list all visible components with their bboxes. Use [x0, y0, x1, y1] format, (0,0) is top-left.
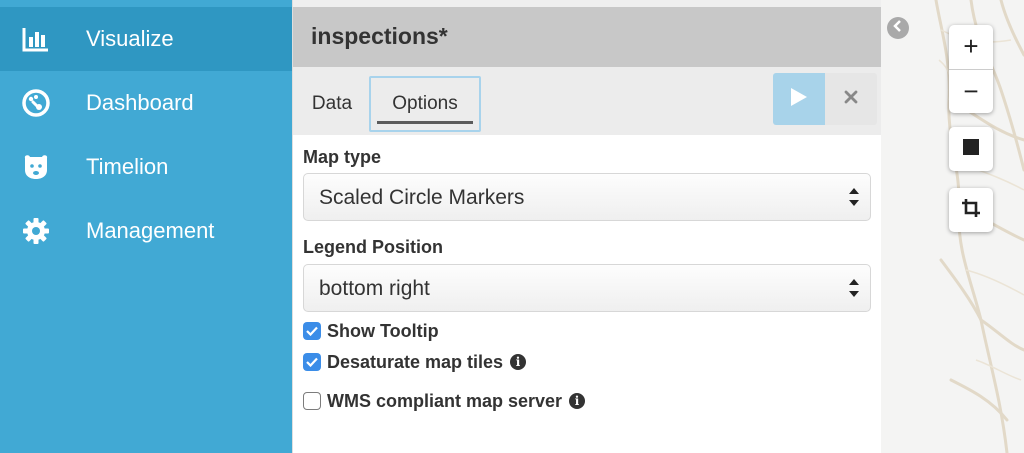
tab-data[interactable]: Data	[303, 76, 361, 132]
zoom-in-button[interactable]: +	[949, 25, 993, 68]
sidebar-item-visualize[interactable]: Visualize	[0, 7, 292, 71]
page-title: inspections*	[311, 23, 448, 49]
close-icon	[844, 90, 858, 109]
legend-position-label: Legend Position	[303, 237, 444, 257]
sidebar-item-management[interactable]: Management	[0, 199, 292, 263]
show-tooltip-checkbox[interactable]	[303, 322, 321, 340]
sidebar-item-label: Timelion	[86, 154, 169, 179]
chevron-left-icon	[893, 19, 903, 37]
wms-compliant-option[interactable]: WMS compliant map server i	[303, 390, 586, 412]
zoom-control: + −	[949, 25, 993, 113]
zoom-out-button[interactable]: −	[949, 70, 993, 113]
checkbox-label: WMS compliant map server	[327, 390, 563, 411]
select-arrows-icon	[848, 277, 860, 299]
show-tooltip-option[interactable]: Show Tooltip	[303, 320, 439, 342]
collapse-sidebar-button[interactable]	[887, 17, 909, 39]
bear-face-icon	[22, 153, 50, 181]
desaturate-map-tiles-checkbox[interactable]	[303, 353, 321, 371]
map-type-label: Map type	[303, 147, 382, 167]
wms-compliant-checkbox[interactable]	[303, 392, 321, 410]
minus-icon: −	[963, 76, 979, 106]
tab-label: Options	[392, 93, 458, 114]
map-type-select[interactable]: Scaled Circle Markers	[303, 173, 871, 221]
legend-position-select[interactable]: bottom right	[303, 264, 871, 312]
bar-chart-icon	[22, 25, 50, 53]
map-type-value: Scaled Circle Markers	[319, 186, 525, 209]
sidebar-item-label: Visualize	[86, 26, 174, 51]
discard-changes-button[interactable]	[825, 73, 877, 125]
desaturate-map-tiles-option[interactable]: Desaturate map tiles i	[303, 351, 527, 373]
sidebar-item-dashboard[interactable]: Dashboard	[0, 71, 292, 135]
dashboard-gauge-icon	[22, 89, 50, 117]
active-tab-underline	[377, 121, 473, 124]
select-arrows-icon	[848, 186, 860, 208]
square-icon	[963, 138, 979, 160]
checkbox-label: Show Tooltip	[327, 320, 439, 341]
tab-label: Data	[311, 93, 353, 114]
plus-icon: +	[963, 31, 979, 61]
tab-options[interactable]: Options	[369, 76, 481, 132]
checkbox-label: Desaturate map tiles	[327, 351, 504, 372]
apply-changes-button[interactable]	[773, 73, 825, 125]
sidebar-item-timelion[interactable]: Timelion	[0, 135, 292, 199]
sidebar: Visualize Dashboard Timelion Management	[0, 0, 292, 453]
sidebar-item-label: Dashboard	[86, 90, 194, 115]
crop-icon	[962, 198, 980, 222]
legend-position-value: bottom right	[319, 277, 430, 300]
title-bar: inspections*	[293, 7, 881, 67]
fit-bounds-button[interactable]	[949, 188, 993, 232]
sidebar-item-label: Management	[86, 218, 215, 243]
gear-icon	[22, 217, 50, 245]
play-icon	[790, 87, 808, 112]
info-icon[interactable]: i	[510, 354, 527, 370]
editor-panel: inspections* Data Options Map type Scale…	[293, 7, 881, 453]
info-icon[interactable]: i	[569, 393, 586, 409]
draw-rectangle-button[interactable]	[949, 127, 993, 171]
